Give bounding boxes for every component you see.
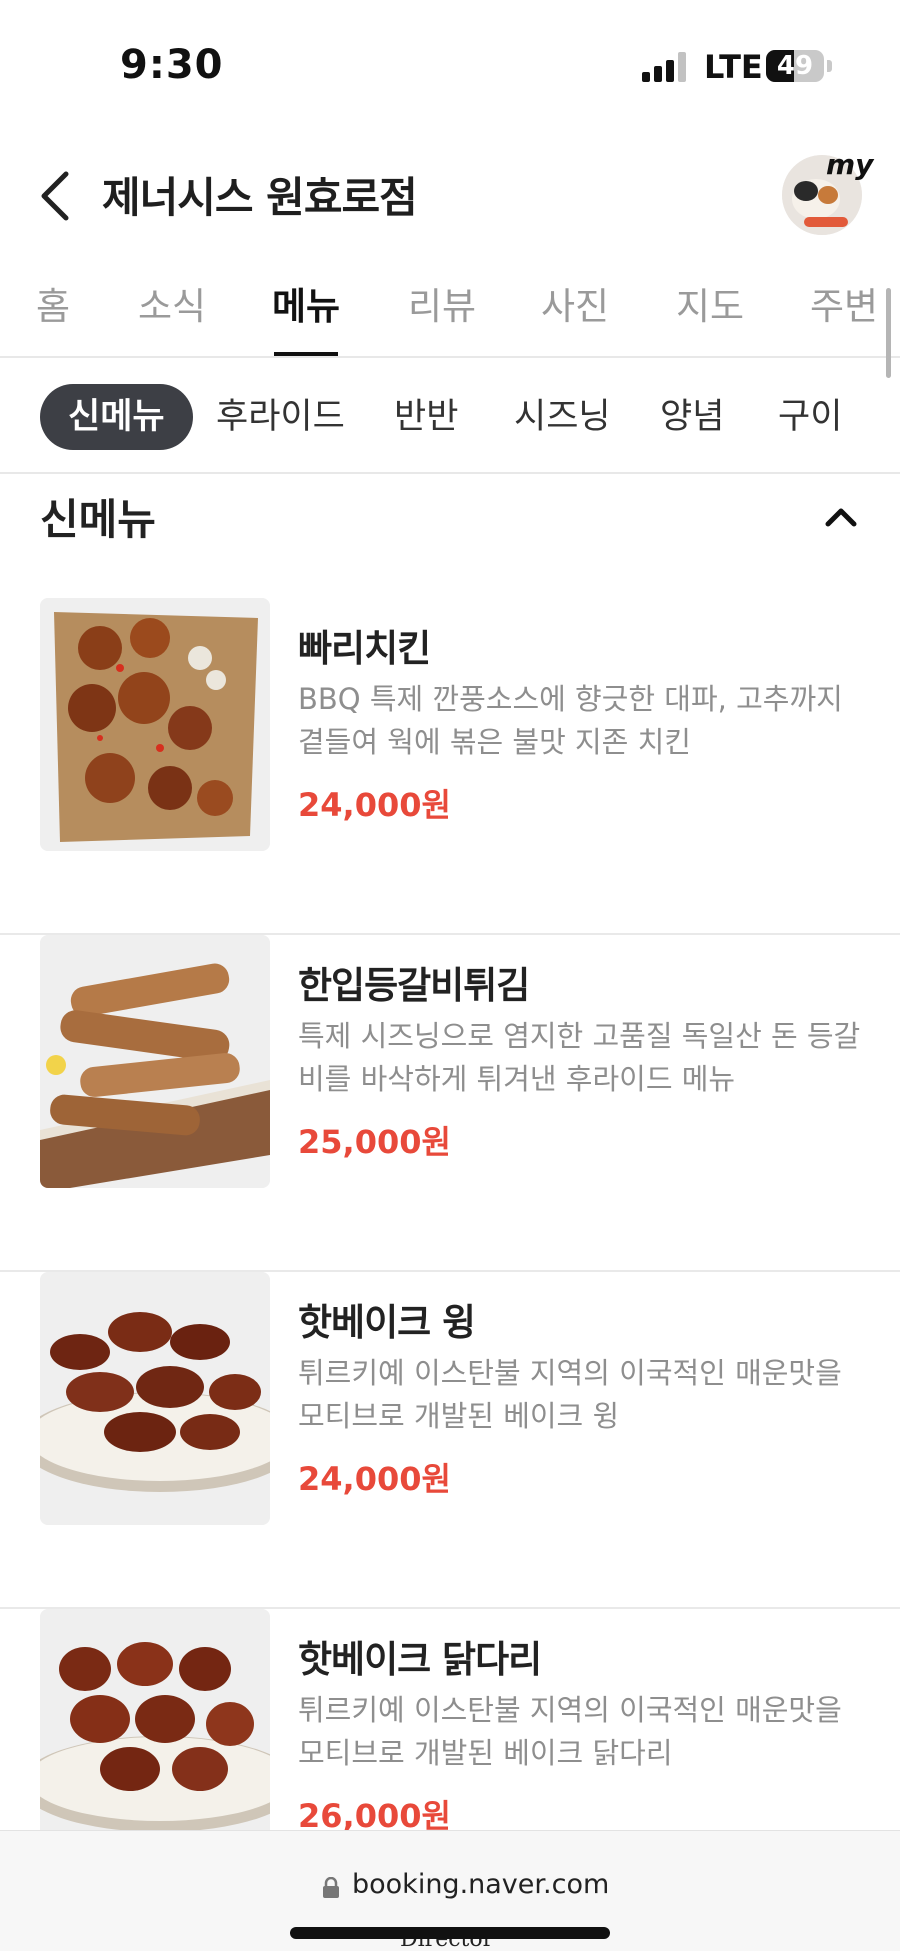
menu-item-image (40, 598, 270, 851)
chip-new-menu[interactable]: 신메뉴 (40, 384, 193, 450)
menu-item-name: 핫베이크 윙 (298, 1301, 476, 1344)
menu-item-name: 핫베이크 닭다리 (298, 1638, 542, 1681)
menu-item[interactable]: 핫베이크 윙 튀르키예 이스탄불 지역의 이국적인 매운맛을 모티브로 개발된 … (0, 1272, 900, 1609)
menu-item[interactable]: 빠리치킨 BBQ 특제 깐풍소스에 향긋한 대파, 고추까지 곁들여 웍에 볶은… (0, 598, 900, 935)
url-text: booking.naver.com (352, 1869, 610, 1900)
back-button[interactable] (32, 160, 82, 230)
menu-item-description: 튀르키예 이스탄불 지역의 이국적인 매운맛을 모티브로 개발된 베이크 닭다리 (298, 1693, 842, 1770)
collapse-button[interactable] (816, 492, 866, 542)
category-chips: 신메뉴 후라이드 반반 시즈닝 양념 구이 (0, 370, 900, 474)
tab-reviews[interactable]: 리뷰 (408, 276, 476, 330)
lock-icon (323, 1877, 339, 1898)
signal-strength-icon (642, 52, 688, 82)
tab-map[interactable]: 지도 (676, 276, 744, 330)
menu-item-price: 25,000원 (298, 1123, 451, 1161)
menu-item-image (40, 1272, 270, 1525)
active-tab-indicator (274, 352, 338, 356)
menu-item-name: 빠리치킨 (298, 627, 431, 670)
battery-icon: 49 (766, 50, 824, 82)
tab-home[interactable]: 홈 (36, 276, 70, 330)
chip-roasted[interactable]: 구이 (778, 384, 842, 450)
menu-item-image (40, 1609, 270, 1862)
scrollbar[interactable] (886, 288, 891, 378)
network-type: LTE (704, 48, 763, 86)
chevron-left-icon (41, 171, 69, 221)
status-bar: 9:30 LTE 49 (0, 0, 900, 130)
store-title: 제너시스 원효로점 (102, 173, 418, 222)
chip-sauced[interactable]: 양념 (660, 384, 724, 450)
menu-item-description: 특제 시즈닝으로 염지한 고품질 독일산 돈 등갈비를 바삭하게 튀겨낸 후라이… (298, 1019, 861, 1096)
menu-item-price: 24,000원 (298, 1460, 451, 1498)
tab-menu[interactable]: 메뉴 (272, 276, 340, 330)
chip-half-half[interactable]: 반반 (394, 384, 458, 450)
home-indicator (290, 1927, 610, 1939)
browser-url-bar[interactable]: booking.naver.com Director (0, 1830, 900, 1951)
menu-item-description: BBQ 특제 깐풍소스에 향긋한 대파, 고추까지 곁들여 웍에 볶은 불맛 지… (298, 682, 843, 759)
menu-item-image (40, 935, 270, 1188)
menu-item-price: 24,000원 (298, 786, 451, 824)
chevron-up-icon (825, 508, 857, 527)
section-header: 신메뉴 (0, 476, 900, 566)
avatar-badge: my (826, 148, 874, 181)
chip-seasoning[interactable]: 시즈닝 (514, 384, 611, 450)
menu-item[interactable]: 한입등갈비튀김 특제 시즈닝으로 염지한 고품질 독일산 돈 등갈비를 바삭하게… (0, 935, 900, 1272)
battery-cap (827, 60, 832, 72)
status-time: 9:30 (120, 42, 224, 88)
tab-news[interactable]: 소식 (138, 276, 206, 330)
battery-level: 49 (776, 51, 814, 81)
section-title: 신메뉴 (40, 495, 156, 544)
tab-nearby[interactable]: 주변 (810, 276, 878, 330)
chip-fried[interactable]: 후라이드 (216, 384, 345, 450)
menu-item-name: 한입등갈비튀김 (298, 964, 530, 1007)
tab-bar: 홈 소식 메뉴 리뷰 사진 지도 주변 (0, 262, 900, 358)
menu-item-description: 튀르키예 이스탄불 지역의 이국적인 매운맛을 모티브로 개발된 베이크 윙 (298, 1356, 842, 1433)
store-header: 제너시스 원효로점 my (0, 140, 900, 250)
tab-photos[interactable]: 사진 (541, 276, 609, 330)
